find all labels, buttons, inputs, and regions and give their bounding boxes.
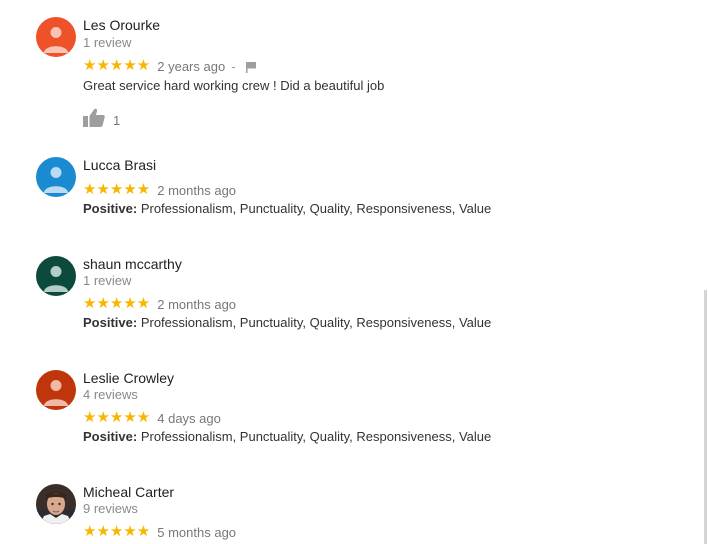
review-count: 9 reviews xyxy=(83,501,138,516)
review-item: Lucca Brasi ★★★★★ 2 months ago Positive:… xyxy=(0,150,700,250)
person-icon xyxy=(36,256,76,296)
review-attributes: Positive: Professionalism, Punctuality, … xyxy=(83,429,491,444)
avatar[interactable] xyxy=(36,370,76,410)
review-time: 2 months ago xyxy=(157,296,237,312)
rating-row: ★★★★★ 2 years ago - xyxy=(83,58,257,74)
separator: - xyxy=(231,58,236,74)
rating-row: ★★★★★ 5 months ago xyxy=(83,524,236,540)
like-count: 1 xyxy=(113,112,121,128)
reviewer-name[interactable]: Micheal Carter xyxy=(83,484,174,500)
avatar[interactable] xyxy=(36,256,76,296)
review-attributes: Positive: Professionalism, Punctuality, … xyxy=(83,201,491,216)
review-item: Les Orourke 1 review ★★★★★ 2 years ago -… xyxy=(0,0,700,140)
review-item: shaun mccarthy 1 review ★★★★★ 2 months a… xyxy=(0,250,700,360)
scrollbar[interactable] xyxy=(704,290,707,544)
positive-label: Positive: xyxy=(83,315,138,330)
review-time: 2 months ago xyxy=(157,182,237,198)
star-rating: ★★★★★ xyxy=(83,409,151,426)
positive-label: Positive: xyxy=(83,201,138,216)
avatar[interactable] xyxy=(36,17,76,57)
positive-label: Positive: xyxy=(83,429,138,444)
review-item: Leslie Crowley 4 reviews ★★★★★ 4 days ag… xyxy=(0,364,700,474)
review-count: 4 reviews xyxy=(83,387,138,402)
positive-values: Professionalism, Punctuality, Quality, R… xyxy=(140,315,492,330)
like-button[interactable]: 1 xyxy=(83,108,120,132)
review-text: Great service hard working crew ! Did a … xyxy=(83,78,385,93)
review-time: 2 years ago xyxy=(157,58,226,74)
star-rating: ★★★★★ xyxy=(83,523,151,540)
person-icon xyxy=(36,17,76,57)
review-attributes: Positive: Professionalism, Punctuality, … xyxy=(83,315,491,330)
rating-row: ★★★★★ 2 months ago xyxy=(83,296,236,312)
review-count: 1 review xyxy=(83,273,132,288)
reviewer-name[interactable]: shaun mccarthy xyxy=(83,256,182,272)
positive-values: Professionalism, Punctuality, Quality, R… xyxy=(140,201,492,216)
reviewer-name[interactable]: Leslie Crowley xyxy=(83,370,174,386)
avatar[interactable] xyxy=(36,484,76,524)
rating-row: ★★★★★ 4 days ago xyxy=(83,410,221,426)
star-rating: ★★★★★ xyxy=(83,181,151,198)
star-rating: ★★★★★ xyxy=(83,57,151,74)
review-time: 4 days ago xyxy=(157,410,221,426)
flag-icon[interactable] xyxy=(245,60,257,73)
reviewer-name[interactable]: Lucca Brasi xyxy=(83,157,156,173)
star-rating: ★★★★★ xyxy=(83,295,151,312)
person-icon xyxy=(36,370,76,410)
review-item: Micheal Carter 9 reviews ★★★★★ 5 months … xyxy=(0,478,700,544)
profile-photo xyxy=(36,484,76,524)
thumbs-up-icon[interactable] xyxy=(83,108,105,132)
person-icon xyxy=(36,157,76,197)
review-count: 1 review xyxy=(83,35,132,50)
avatar[interactable] xyxy=(36,157,76,197)
positive-values: Professionalism, Punctuality, Quality, R… xyxy=(140,429,492,444)
rating-row: ★★★★★ 2 months ago xyxy=(83,182,236,198)
review-time: 5 months ago xyxy=(157,524,237,540)
reviewer-name[interactable]: Les Orourke xyxy=(83,17,160,33)
